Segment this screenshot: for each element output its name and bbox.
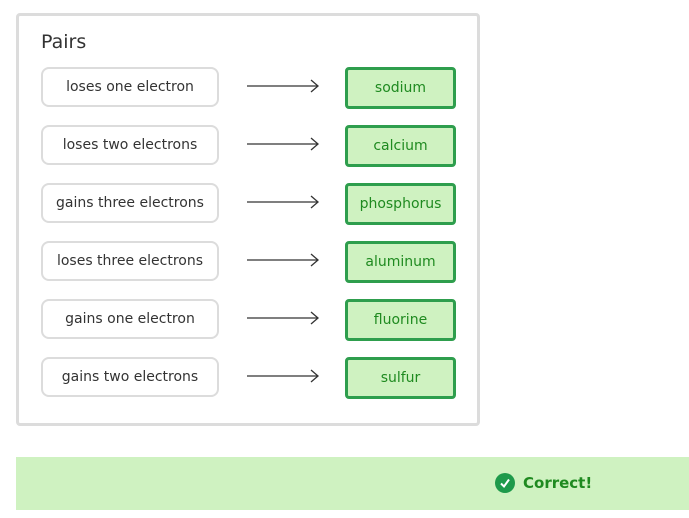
feedback-banner: Correct! [16, 457, 689, 510]
pair-row: gains three electrons phosphorus [41, 183, 461, 225]
pair-row: loses one electron sodium [41, 67, 461, 109]
feedback-content: Correct! [495, 473, 592, 493]
pair-right-item[interactable]: aluminum [345, 241, 456, 283]
panel-title: Pairs [41, 31, 87, 53]
pair-left-item[interactable]: loses three electrons [41, 241, 219, 281]
feedback-text: Correct! [523, 474, 593, 492]
pair-right-item[interactable]: sulfur [345, 357, 456, 399]
pair-right-item[interactable]: fluorine [345, 299, 456, 341]
pair-right-item[interactable]: calcium [345, 125, 456, 167]
arrow-right-icon [247, 195, 319, 209]
pair-row: loses three electrons aluminum [41, 241, 461, 283]
pair-left-item[interactable]: gains two electrons [41, 357, 219, 397]
arrow-right-icon [247, 311, 319, 325]
pair-left-item[interactable]: gains one electron [41, 299, 219, 339]
pair-row: gains two electrons sulfur [41, 357, 461, 399]
pair-row: gains one electron fluorine [41, 299, 461, 341]
arrow-right-icon [247, 137, 319, 151]
pair-right-item[interactable]: phosphorus [345, 183, 456, 225]
pair-row: loses two electrons calcium [41, 125, 461, 167]
pair-left-item[interactable]: loses one electron [41, 67, 219, 107]
pair-left-item[interactable]: gains three electrons [41, 183, 219, 223]
check-circle-icon [495, 473, 515, 493]
arrow-right-icon [247, 79, 319, 93]
arrow-right-icon [247, 369, 319, 383]
arrow-right-icon [247, 253, 319, 267]
pair-left-item[interactable]: loses two electrons [41, 125, 219, 165]
pairs-panel: Pairs loses one electron sodium loses tw… [16, 13, 480, 426]
pair-right-item[interactable]: sodium [345, 67, 456, 109]
